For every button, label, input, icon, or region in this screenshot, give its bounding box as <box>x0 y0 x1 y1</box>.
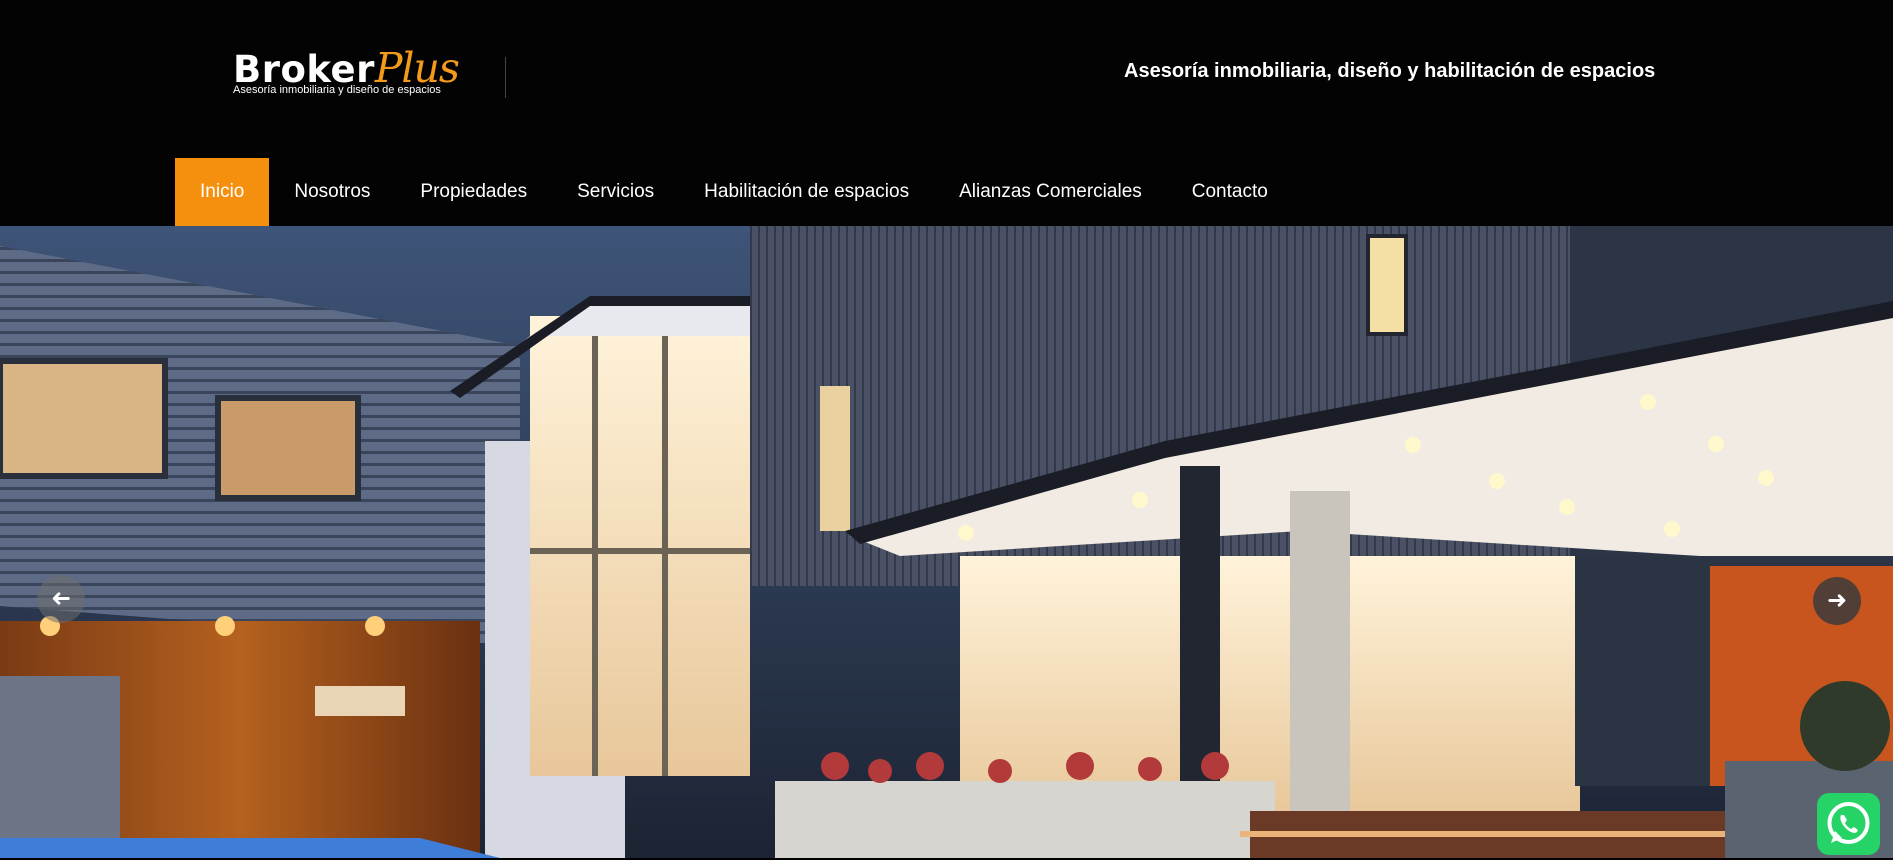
main-nav: Inicio Nosotros Propiedades Servicios Ha… <box>175 158 1293 226</box>
hero-house-image <box>0 226 1893 858</box>
nav-item-nosotros[interactable]: Nosotros <box>269 158 395 226</box>
header-tagline: Asesoría inmobiliaria, diseño y habilita… <box>1124 60 1656 82</box>
slider-next-button[interactable]: ➜ <box>1813 577 1861 625</box>
nav-item-propiedades[interactable]: Propiedades <box>395 158 552 226</box>
arrow-left-icon: ➜ <box>50 584 72 612</box>
nav-item-habilitacion[interactable]: Habilitación de espacios <box>679 158 934 226</box>
nav-item-alianzas[interactable]: Alianzas Comerciales <box>934 158 1167 226</box>
whatsapp-button[interactable] <box>1817 793 1880 855</box>
site-header: BrokerPlus Asesoría inmobiliaria y diseñ… <box>0 0 1893 226</box>
brand-logo[interactable]: BrokerPlus Asesoría inmobiliaria y diseñ… <box>233 44 463 104</box>
hero-slider <box>0 226 1893 858</box>
nav-item-servicios[interactable]: Servicios <box>552 158 679 226</box>
slider-prev-button[interactable]: ➜ <box>37 575 85 623</box>
nav-item-contacto[interactable]: Contacto <box>1167 158 1293 226</box>
header-divider <box>505 57 506 98</box>
whatsapp-icon <box>1827 802 1870 844</box>
nav-item-inicio[interactable]: Inicio <box>175 158 270 226</box>
arrow-right-icon: ➜ <box>1826 586 1848 614</box>
logo-subtitle: Asesoría inmobiliaria y diseño de espaci… <box>233 84 441 96</box>
